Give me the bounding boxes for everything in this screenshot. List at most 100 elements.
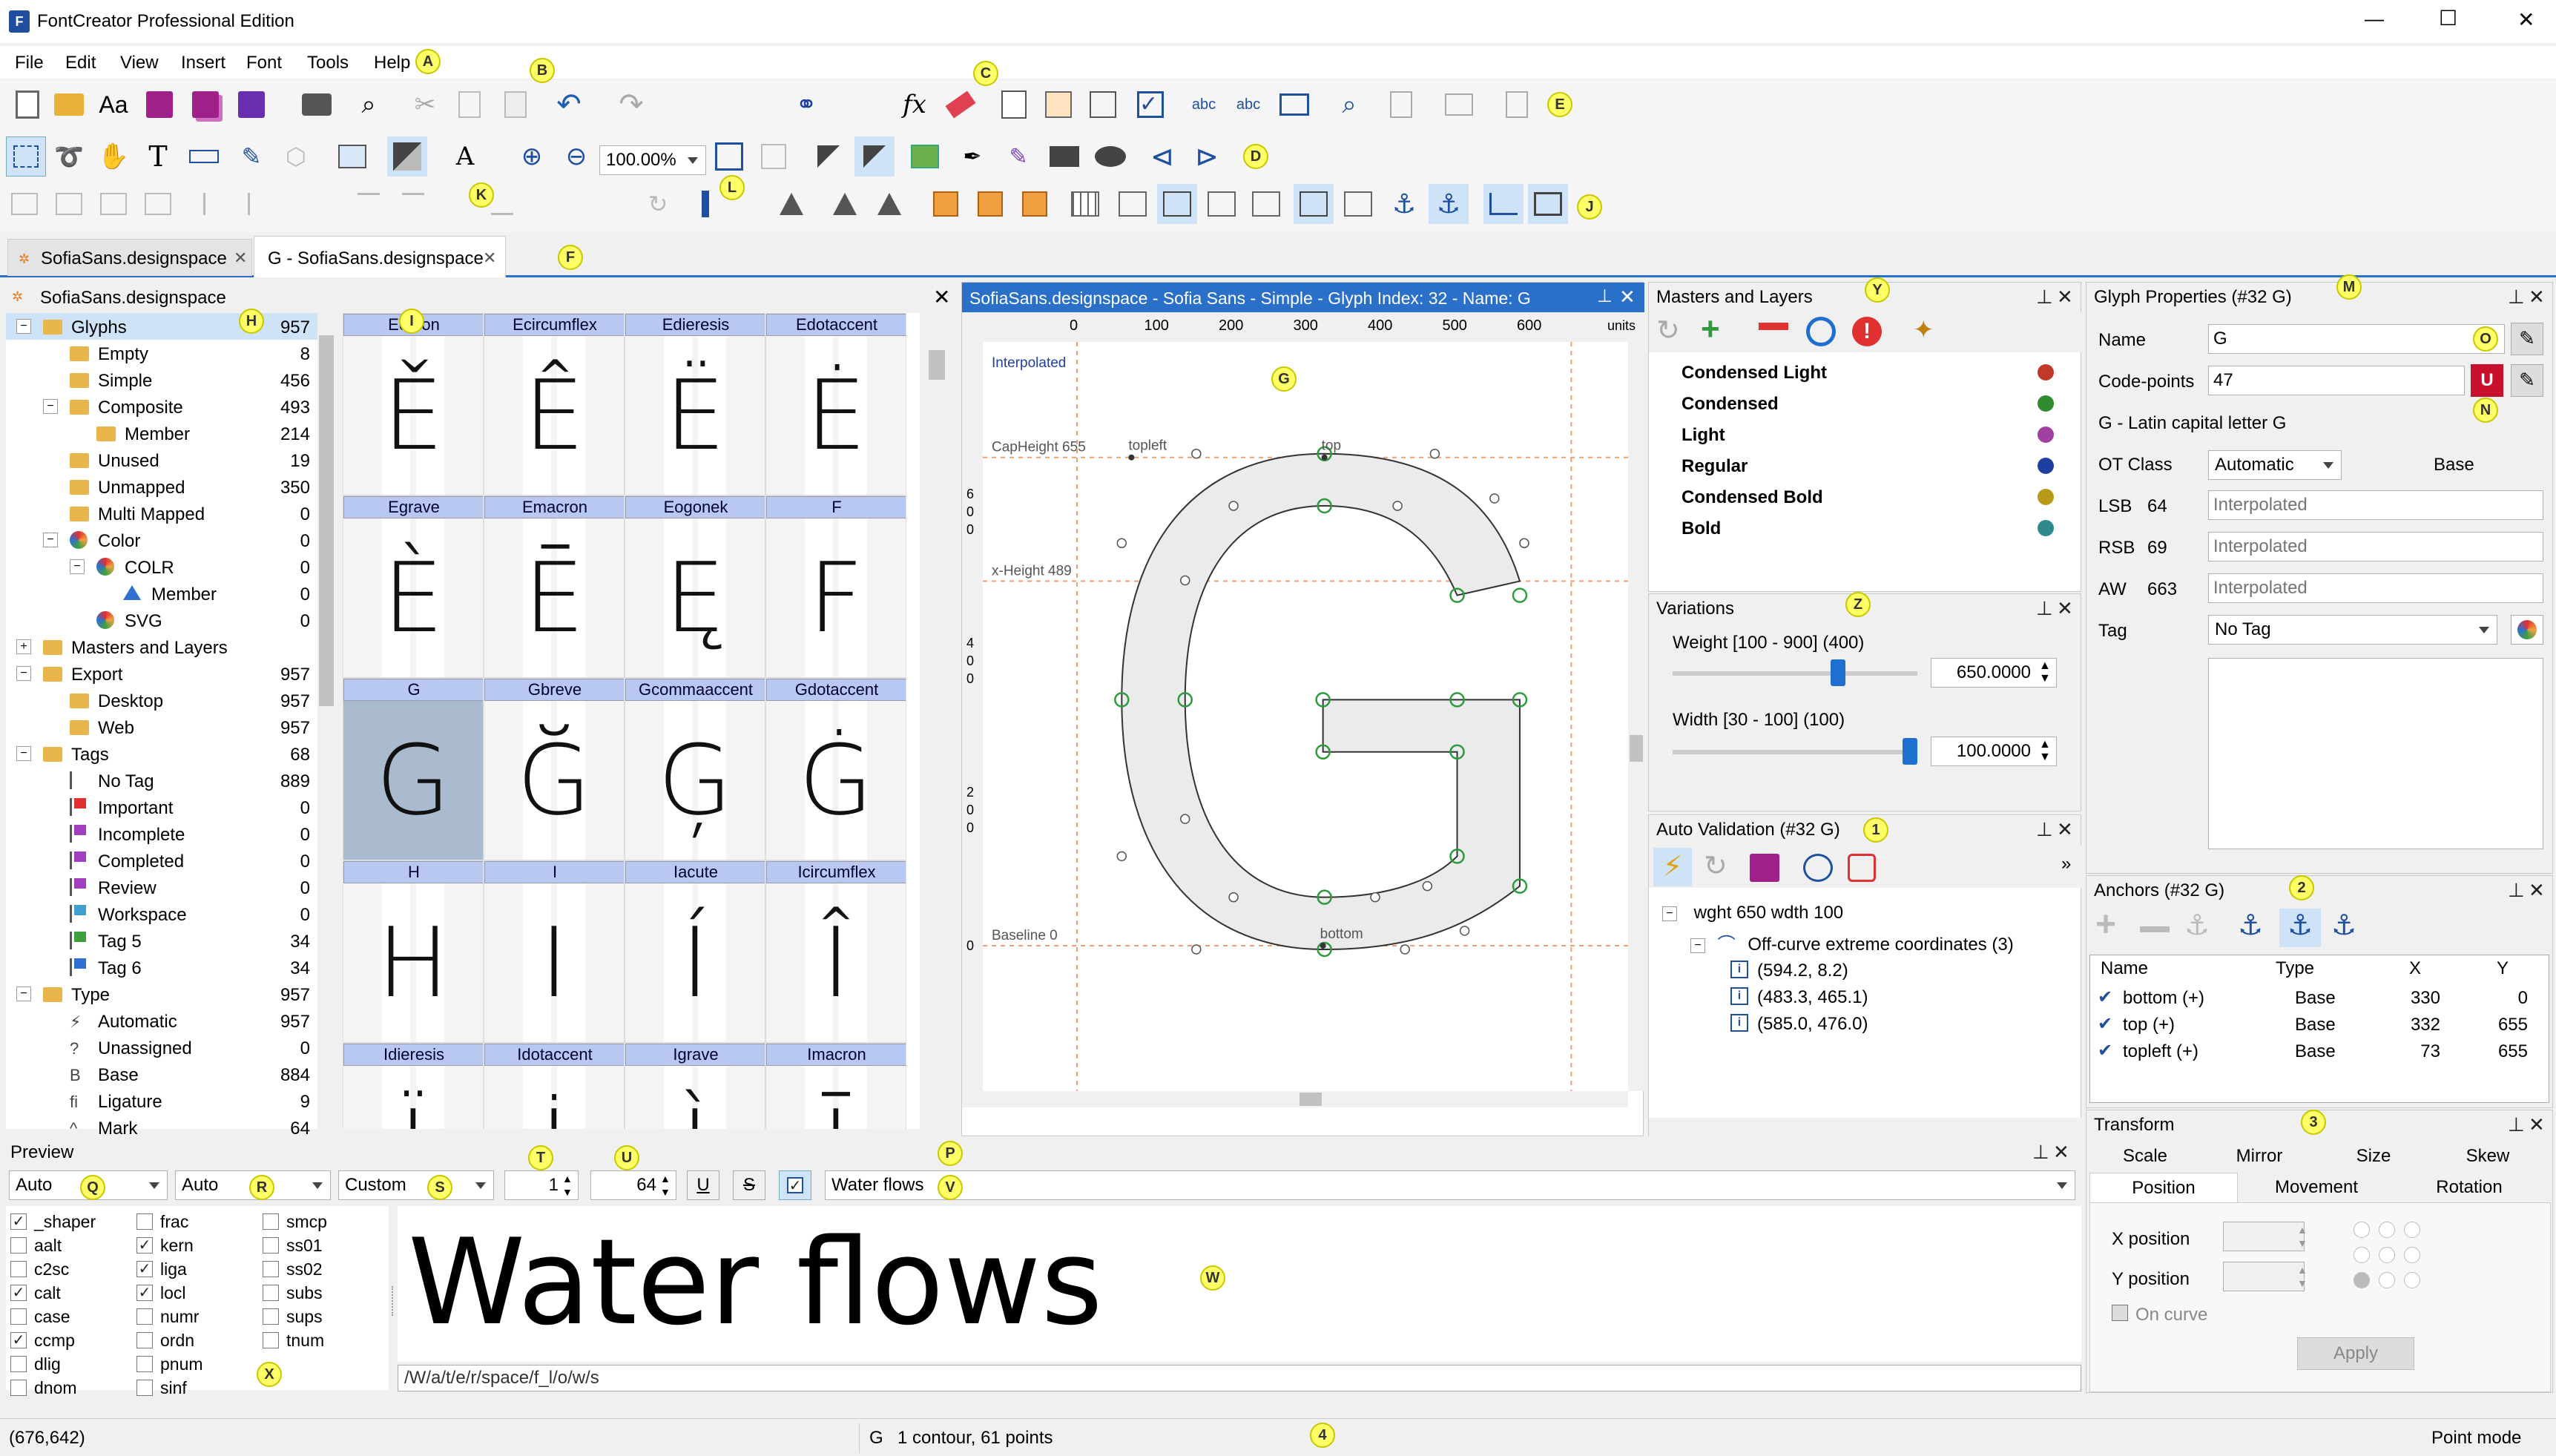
origin-point[interactable] (2379, 1222, 2395, 1238)
off-curve-point[interactable] (1116, 851, 1127, 862)
text-tool-icon[interactable]: T (138, 136, 178, 177)
fill-icon[interactable]: ⬡ (276, 136, 316, 177)
weight-spinner-icon[interactable]: ▲ ▼ (2039, 659, 2051, 685)
tree-item[interactable]: fi Ligature 9 (6, 1087, 317, 1114)
arrow-tool-icon[interactable] (808, 136, 849, 177)
anchors-header[interactable]: X (2409, 958, 2421, 979)
glyph-cell[interactable]: II (484, 860, 625, 1043)
tab-font-close-icon[interactable]: ✕ (234, 248, 247, 268)
font-preview-icon[interactable]: ⌕ (1329, 85, 1369, 125)
off-curve-point[interactable] (1116, 538, 1127, 549)
validation-close-icon[interactable]: ✕ (2057, 818, 2073, 840)
tree-item[interactable]: Unused 19 (6, 447, 317, 473)
glyph-cell[interactable]: Iacute Í (625, 860, 765, 1043)
find-icon[interactable]: ⌕ (349, 85, 389, 125)
copy-icon[interactable] (449, 85, 490, 125)
link-icon[interactable]: ⚭ (786, 85, 826, 125)
glyph-cell[interactable]: EcaronĚ (343, 313, 484, 495)
off-curve-point[interactable] (1429, 448, 1440, 459)
feature-checkbox[interactable] (10, 1308, 27, 1325)
transform-tab[interactable]: Skew (2432, 1142, 2543, 1171)
properties-close-icon[interactable]: ✕ (2529, 286, 2545, 308)
glyph-cell[interactable]: IdieresisÏ (343, 1043, 484, 1129)
function-icon[interactable]: fx (895, 85, 935, 125)
glyph-canvas[interactable]: 0 100 200 300 400 500 600 unitsCapHeight 655x-H… (962, 312, 1644, 1137)
save-as-icon[interactable] (231, 85, 271, 125)
grid-remove-icon[interactable] (1113, 184, 1153, 224)
feature-checkbox[interactable] (10, 1380, 27, 1396)
path-points-icon[interactable] (1483, 184, 1524, 224)
feature-checkbox[interactable] (10, 1356, 27, 1372)
kerning-toggle[interactable]: ✓ (779, 1170, 811, 1200)
tree-item[interactable]: Tag 6 34 (6, 954, 317, 981)
brush-icon[interactable]: ✎ (998, 136, 1038, 177)
transform-pin-icon[interactable]: ⊥ (2508, 1113, 2525, 1136)
report-icon[interactable] (1497, 85, 1537, 125)
menu-view[interactable]: View (120, 53, 159, 73)
grid-columns-icon[interactable] (1294, 184, 1334, 224)
lasso-icon[interactable]: ➰ (49, 136, 89, 177)
remove-anchor-icon[interactable] (2140, 926, 2170, 932)
variation-icon[interactable] (1806, 317, 1836, 346)
collapse-icon[interactable]: − (1662, 906, 1677, 921)
zoom-window-icon[interactable] (754, 136, 794, 177)
menu-help[interactable]: Help (374, 53, 410, 73)
tree-item[interactable]: Incomplete 0 (6, 820, 317, 847)
subtract-icon[interactable] (970, 184, 1010, 224)
paste-icon[interactable] (495, 85, 536, 125)
name-field[interactable] (2208, 324, 2505, 354)
glyph-cell[interactable]: HH (343, 860, 484, 1043)
off-curve-point[interactable] (1459, 926, 1470, 936)
tree-item[interactable]: − Type 957 (6, 981, 317, 1007)
tree-item[interactable]: − Tags 68 (6, 740, 317, 767)
off-curve-point[interactable] (1519, 538, 1529, 549)
tree-item[interactable]: − Export 957 (6, 660, 317, 687)
preview-text-select[interactable]: Water flows (825, 1170, 2075, 1200)
editor-pin-icon[interactable]: ⊥ (1597, 286, 1613, 307)
origin-picker[interactable] (2354, 1222, 2428, 1296)
preview-pin-icon[interactable]: ⊥ (2032, 1141, 2049, 1163)
anchors-close-icon[interactable]: ✕ (2529, 879, 2545, 901)
glyph-notes[interactable] (2208, 658, 2543, 849)
combine-icon[interactable] (93, 184, 134, 224)
grid-cut-icon[interactable] (1202, 184, 1242, 224)
apply-button[interactable]: Apply (2297, 1337, 2414, 1370)
feature-checkbox[interactable] (10, 1261, 27, 1277)
fit-icon[interactable] (709, 136, 749, 177)
zoom-in-icon[interactable]: ⊕ (512, 136, 552, 177)
feature-item[interactable]: ss02 (263, 1258, 381, 1280)
ellipse-icon[interactable] (1090, 136, 1130, 177)
align-left-icon[interactable] (194, 184, 234, 224)
grid-active-icon[interactable] (1157, 184, 1197, 224)
editor-vscroll[interactable] (1628, 342, 1644, 1091)
collapse-icon[interactable]: − (1690, 938, 1705, 953)
maximize-button[interactable]: ☐ (2439, 6, 2457, 30)
tree-expander-icon[interactable]: − (16, 319, 31, 334)
grid-scrollbar[interactable] (926, 313, 948, 1129)
tag-select[interactable]: No Tag (2208, 615, 2497, 645)
grid-icon[interactable] (1065, 184, 1105, 224)
tree-item[interactable]: − Color 0 (6, 527, 317, 553)
feature-checkbox[interactable] (263, 1285, 279, 1301)
validation-pin-icon[interactable]: ⊥ (2036, 818, 2053, 840)
transform-subtab[interactable]: Rotation (2395, 1173, 2543, 1202)
validation-item[interactable]: i (483.3, 465.1) (1730, 983, 2072, 1009)
feature-item[interactable]: subs (263, 1282, 381, 1304)
tree-item[interactable]: Member 0 (6, 580, 317, 607)
master-item[interactable]: Regular (1649, 450, 2082, 481)
intersect-icon[interactable] (1015, 184, 1055, 224)
tree-item[interactable]: Workspace 0 (6, 900, 317, 927)
masters-pin-icon[interactable]: ⊥ (2036, 286, 2053, 308)
feature-checkbox[interactable]: ✓ (10, 1332, 27, 1348)
splitter-handle[interactable] (392, 1286, 396, 1316)
glyph-cell[interactable]: Ecircumflex Ê (484, 313, 625, 495)
properties-icon[interactable] (994, 85, 1034, 125)
master-item[interactable]: Light (1649, 419, 2082, 450)
table-icon[interactable] (1038, 85, 1078, 125)
feature-item[interactable]: dnom (10, 1377, 129, 1399)
lines-spinner-icon[interactable]: ▲ ▼ (562, 1172, 573, 1199)
feature-checkbox[interactable] (136, 1213, 153, 1230)
off-curve-point[interactable] (1370, 892, 1380, 903)
feature-checkbox[interactable] (263, 1261, 279, 1277)
glyph-cell[interactable]: GG (343, 678, 484, 860)
